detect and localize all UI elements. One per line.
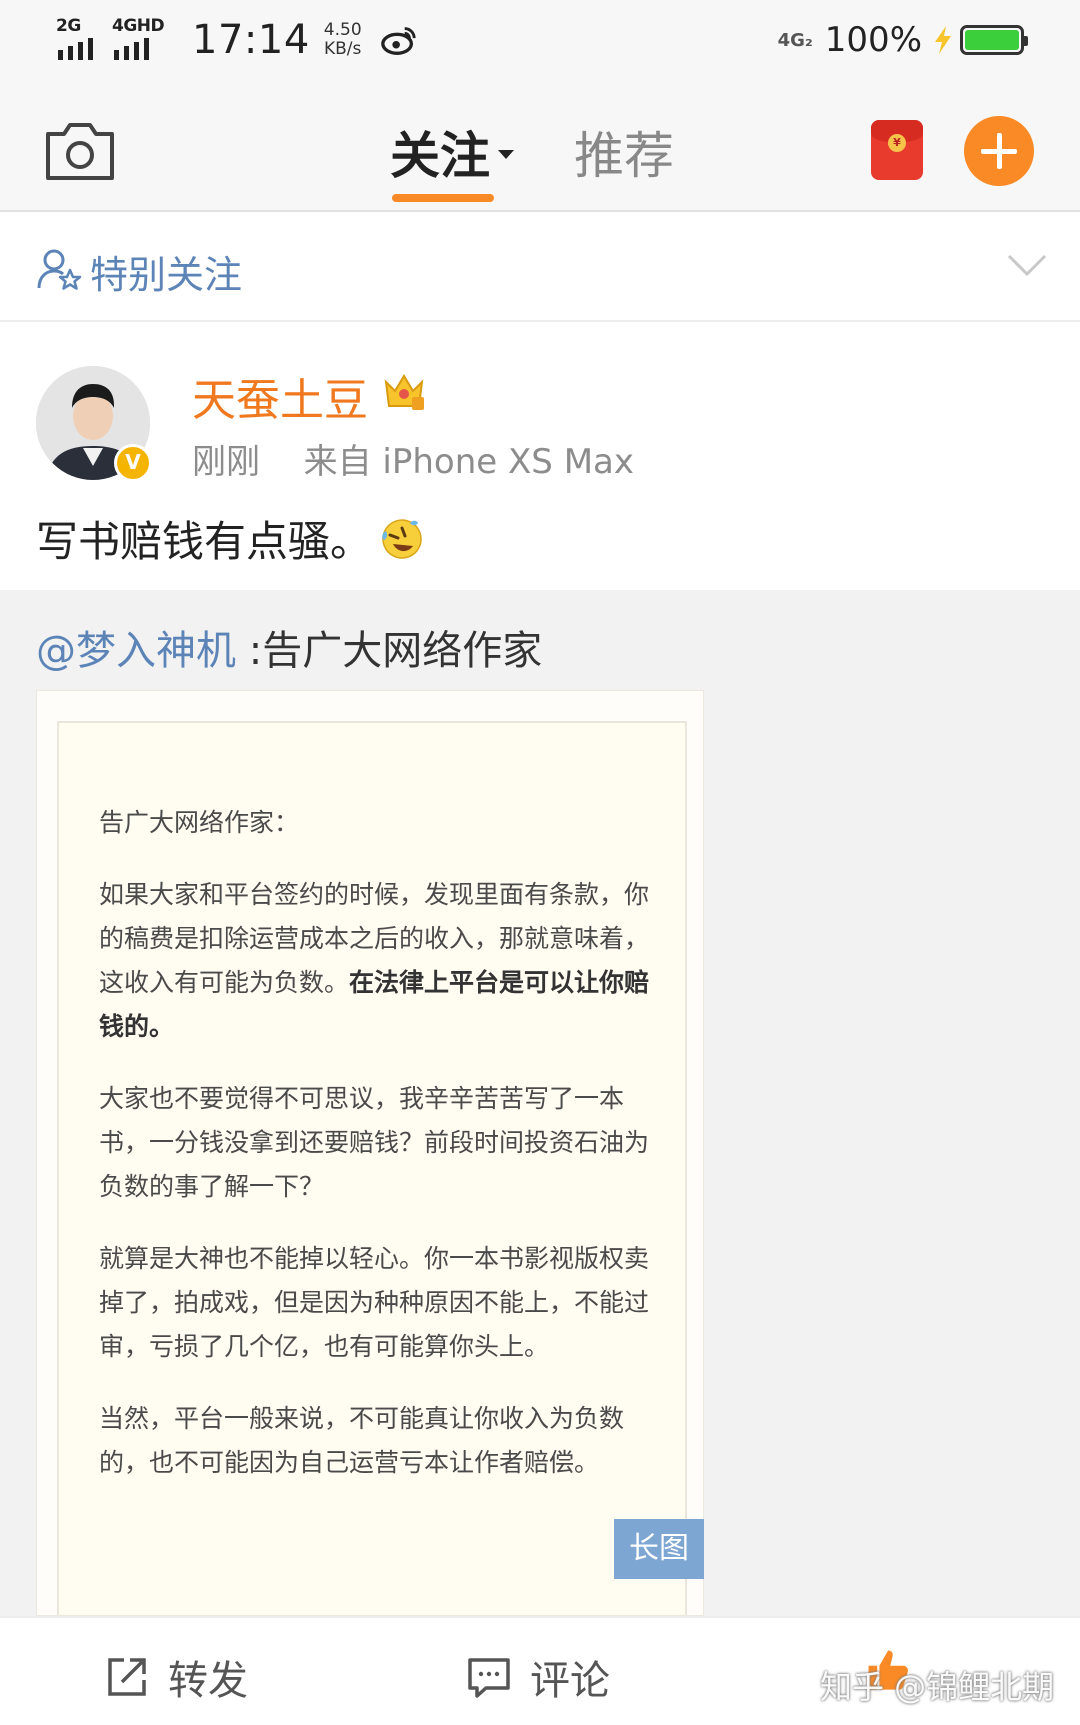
network-speed: 4.50 KB/s xyxy=(324,21,362,59)
doc-paragraph-3: 就算是大神也不能掉以轻心。你一本书影视版权卖掉了，拍成戏，但是因为种种原因不能上… xyxy=(99,1244,650,1361)
clock: 17:14 xyxy=(192,17,310,63)
special-follow-bar[interactable]: 特别关注 xyxy=(0,214,1080,322)
author-name[interactable]: 天蚕土豆 xyxy=(192,364,368,428)
chevron-down-icon[interactable] xyxy=(1006,252,1048,278)
camera-icon[interactable] xyxy=(44,118,116,182)
mention-link[interactable]: @梦入神机 xyxy=(36,628,236,674)
watermark: 知乎 @锦鲤北期 xyxy=(820,1668,1055,1706)
red-packet-icon[interactable]: ¥ xyxy=(871,120,923,180)
doc-title: 告广大网络作家： xyxy=(99,808,300,837)
long-image[interactable]: 告广大网络作家： 如果大家和平台签约的时候，发现里面有条款，你的稿费是扣除运营成… xyxy=(36,690,704,1616)
comment-icon xyxy=(468,1658,510,1698)
post-text: 写书赔钱有点骚。 xyxy=(36,508,424,569)
add-icon[interactable] xyxy=(964,116,1034,186)
verified-badge: V xyxy=(114,444,152,482)
repost-text: :告广大网络作家 xyxy=(248,628,543,674)
repost-button[interactable]: 转发 xyxy=(104,1648,248,1706)
long-image-tag: 长图 xyxy=(614,1519,704,1579)
signal-2g-label: 2G xyxy=(56,16,81,36)
repost-line: @梦入神机 :告广大网络作家 xyxy=(36,618,542,676)
document-text: 告广大网络作家： 如果大家和平台签约的时候，发现里面有条款，你的稿费是扣除运营成… xyxy=(99,801,659,1513)
weibo-icon xyxy=(380,27,416,55)
document-frame: 告广大网络作家： 如果大家和平台签约的时候，发现里面有条款，你的稿费是扣除运营成… xyxy=(57,721,687,1615)
doc-paragraph-4: 当然，平台一般来说，不可能真让你收入为负数的，也不可能因为自己运营亏本让作者赔偿… xyxy=(99,1404,625,1477)
post-meta: 刚刚 来自 iPhone XS Max xyxy=(192,434,634,483)
doc-paragraph-1: 如果大家和平台签约的时候，发现里面有条款，你的稿费是扣除运营成本之后的收入，那就… xyxy=(99,873,659,1049)
top-nav: 关注 推荐 ¥ xyxy=(0,88,1080,212)
special-follow-label: 特别关注 xyxy=(90,253,243,297)
network-type: 4G₂ xyxy=(777,29,813,51)
repost-label: 转发 xyxy=(168,1658,248,1704)
battery-percent: 100% xyxy=(824,20,922,60)
signal-4ghd-label: 4GHD xyxy=(112,16,165,36)
speed-unit: KB/s xyxy=(324,39,362,59)
signal-bars-icon xyxy=(114,38,149,60)
action-bar: 转发 评论 知乎 @锦鲤北期 xyxy=(0,1616,1080,1725)
status-right: 4G₂ 100% xyxy=(777,20,1028,60)
comment-label: 评论 xyxy=(530,1658,610,1704)
battery-icon xyxy=(960,25,1028,55)
battery-fill xyxy=(965,30,1019,50)
signal-4ghd: 4GHD xyxy=(112,16,170,64)
share-icon xyxy=(108,1658,146,1696)
caret-down-icon xyxy=(498,149,514,159)
status-left: 2G 4GHD 17:14 4.50 KB/s xyxy=(56,16,418,64)
tab-follow[interactable]: 关注 xyxy=(390,116,514,188)
post-source: 来自 iPhone XS Max xyxy=(303,442,634,482)
post-text-body: 写书赔钱有点骚。 xyxy=(36,517,373,566)
status-bar: 2G 4GHD 17:14 4.50 KB/s 4G₂ 100% xyxy=(0,0,1080,88)
post-time: 刚刚 xyxy=(192,442,260,482)
signal-bars-icon xyxy=(58,38,93,60)
user-star-icon xyxy=(37,249,82,290)
crown-icon xyxy=(384,374,424,410)
comment-button[interactable]: 评论 xyxy=(466,1648,610,1706)
post-card: V 天蚕土豆 刚刚 来自 iPhone XS Max 写书赔钱有点骚。 xyxy=(0,324,1080,590)
doc-paragraph-2: 大家也不要觉得不可思议，我辛辛苦苦写了一本书，一分钱没拿到还要赔钱？前段时间投资… xyxy=(99,1084,650,1201)
signal-2g: 2G xyxy=(56,16,104,64)
tab-recommend[interactable]: 推荐 xyxy=(574,116,674,188)
tab-follow-label: 关注 xyxy=(390,127,490,185)
speed-value: 4.50 xyxy=(323,20,362,40)
active-tab-indicator xyxy=(392,194,494,202)
laugh-cry-emoji-icon xyxy=(382,518,422,559)
bolt-icon xyxy=(935,26,951,54)
repost-block[interactable]: @梦入神机 :告广大网络作家 告广大网络作家： 如果大家和平台签约的时候，发现里… xyxy=(0,590,1080,1616)
red-packet-coin: ¥ xyxy=(888,134,906,152)
